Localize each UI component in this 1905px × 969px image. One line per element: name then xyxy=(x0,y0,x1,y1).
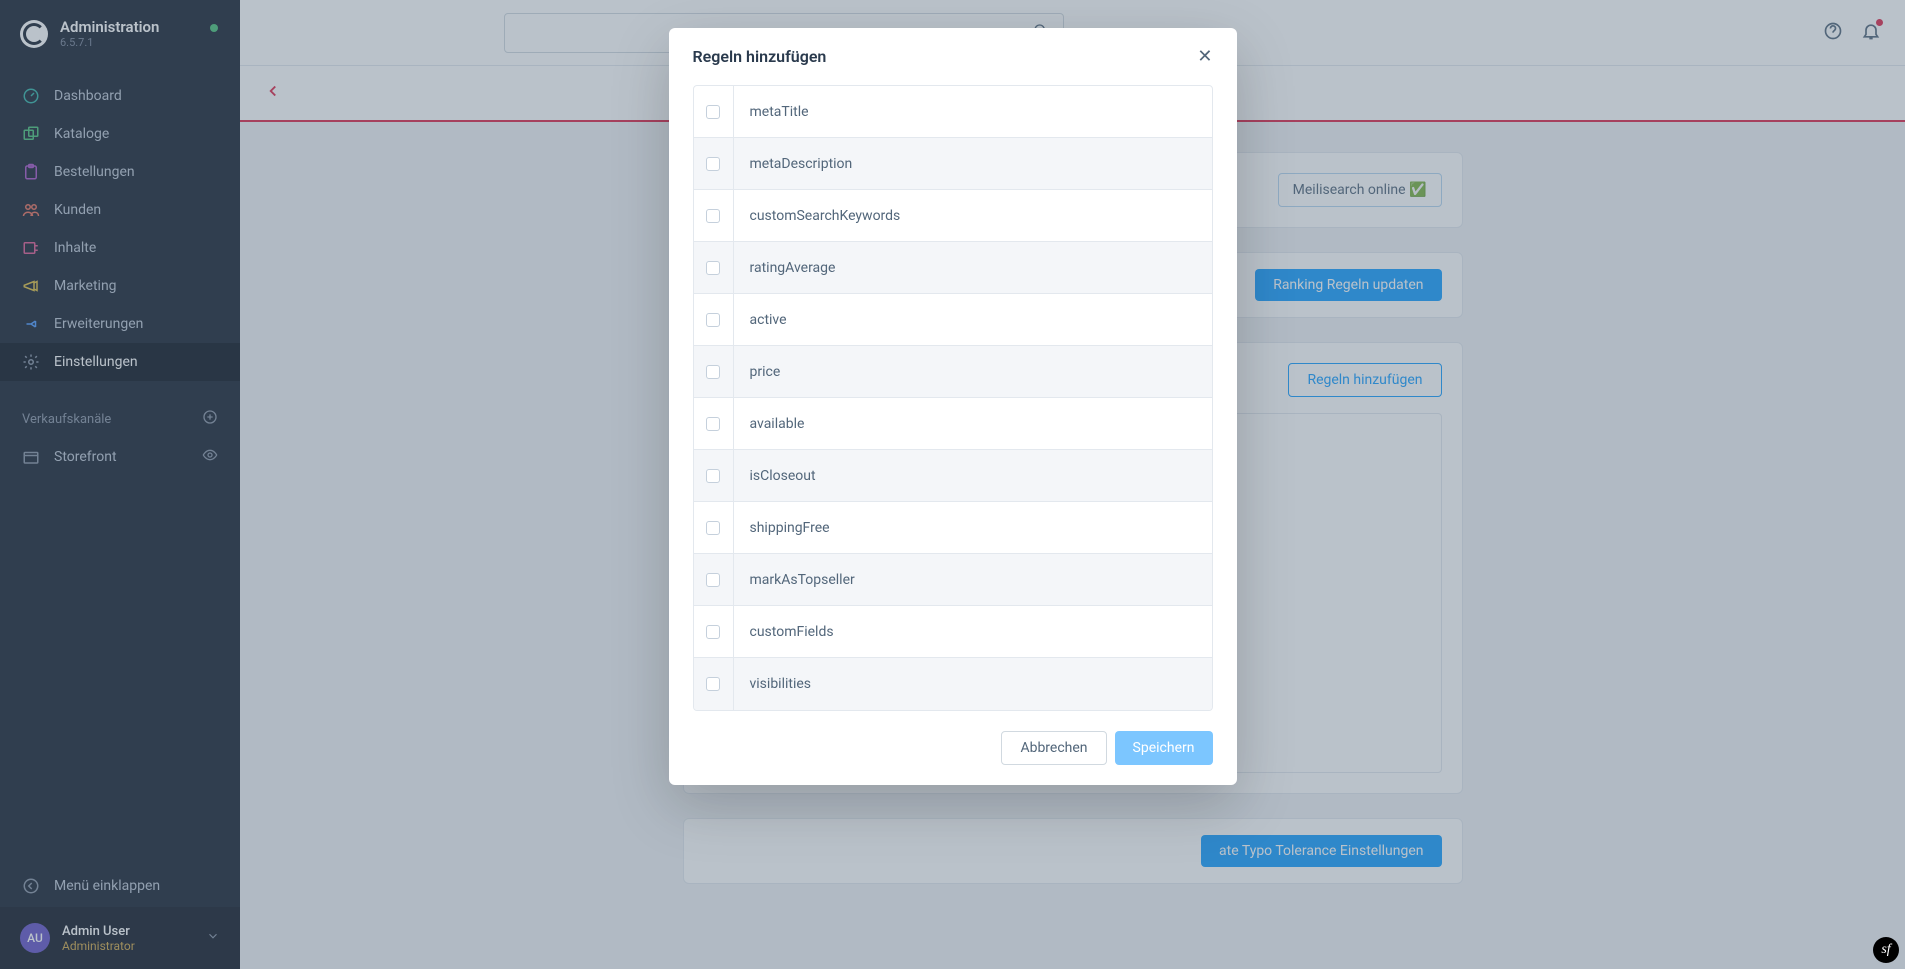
rule-row[interactable]: visibilities xyxy=(694,658,1212,710)
rule-row[interactable]: markAsTopseller xyxy=(694,554,1212,606)
rules-table: metaTitle metaDescription customSearchKeyw… xyxy=(693,85,1213,711)
rule-checkbox-cell xyxy=(694,502,734,553)
modal-footer: Abbrechen Speichern xyxy=(669,711,1237,785)
close-icon[interactable]: ✕ xyxy=(1197,46,1212,67)
modal-title: Regeln hinzufügen xyxy=(693,47,827,66)
rule-row[interactable]: active xyxy=(694,294,1212,346)
rule-checkbox-cell xyxy=(694,658,734,710)
symfony-badge-icon[interactable]: sf xyxy=(1873,937,1899,963)
rule-checkbox[interactable] xyxy=(706,469,720,483)
rule-label: metaTitle xyxy=(734,104,825,120)
rule-row[interactable]: metaDescription xyxy=(694,138,1212,190)
rule-row[interactable]: available xyxy=(694,398,1212,450)
rule-label: price xyxy=(734,364,797,380)
rule-row[interactable]: shippingFree xyxy=(694,502,1212,554)
rule-row[interactable]: ratingAverage xyxy=(694,242,1212,294)
rule-checkbox[interactable] xyxy=(706,521,720,535)
rule-label: markAsTopseller xyxy=(734,572,871,588)
modal-header: Regeln hinzufügen ✕ xyxy=(669,28,1237,85)
rule-checkbox[interactable] xyxy=(706,677,720,691)
rule-row[interactable]: price xyxy=(694,346,1212,398)
rule-checkbox[interactable] xyxy=(706,365,720,379)
rule-label: visibilities xyxy=(734,676,828,692)
modal-body[interactable]: metaTitle metaDescription customSearchKeyw… xyxy=(669,85,1237,711)
rule-label: available xyxy=(734,416,821,432)
rule-row[interactable]: customSearchKeywords xyxy=(694,190,1212,242)
rule-checkbox-cell xyxy=(694,190,734,241)
rule-checkbox[interactable] xyxy=(706,573,720,587)
rule-checkbox-cell xyxy=(694,346,734,397)
rule-checkbox-cell xyxy=(694,450,734,501)
add-rules-modal: Regeln hinzufügen ✕ metaTitle metaDescrip… xyxy=(669,28,1237,785)
rule-row[interactable]: metaTitle xyxy=(694,86,1212,138)
save-button[interactable]: Speichern xyxy=(1115,731,1213,765)
rule-row[interactable]: isCloseout xyxy=(694,450,1212,502)
rule-checkbox[interactable] xyxy=(706,625,720,639)
rule-checkbox-cell xyxy=(694,554,734,605)
rule-label: metaDescription xyxy=(734,156,869,172)
modal-overlay[interactable]: Regeln hinzufügen ✕ metaTitle metaDescrip… xyxy=(0,0,1905,969)
rule-checkbox-cell xyxy=(694,138,734,189)
rule-checkbox[interactable] xyxy=(706,417,720,431)
rule-label: customFields xyxy=(734,624,850,640)
rule-label: isCloseout xyxy=(734,468,832,484)
rule-checkbox-cell xyxy=(694,606,734,657)
rule-label: active xyxy=(734,312,803,328)
rule-label: customSearchKeywords xyxy=(734,208,917,224)
rule-label: shippingFree xyxy=(734,520,846,536)
rule-checkbox[interactable] xyxy=(706,105,720,119)
rule-checkbox[interactable] xyxy=(706,209,720,223)
cancel-button[interactable]: Abbrechen xyxy=(1001,731,1106,765)
rule-checkbox-cell xyxy=(694,398,734,449)
rule-checkbox-cell xyxy=(694,242,734,293)
rule-checkbox[interactable] xyxy=(706,157,720,171)
rule-row[interactable]: customFields xyxy=(694,606,1212,658)
rule-checkbox[interactable] xyxy=(706,313,720,327)
rule-checkbox[interactable] xyxy=(706,261,720,275)
rule-checkbox-cell xyxy=(694,294,734,345)
rule-label: ratingAverage xyxy=(734,260,852,276)
rule-checkbox-cell xyxy=(694,86,734,137)
